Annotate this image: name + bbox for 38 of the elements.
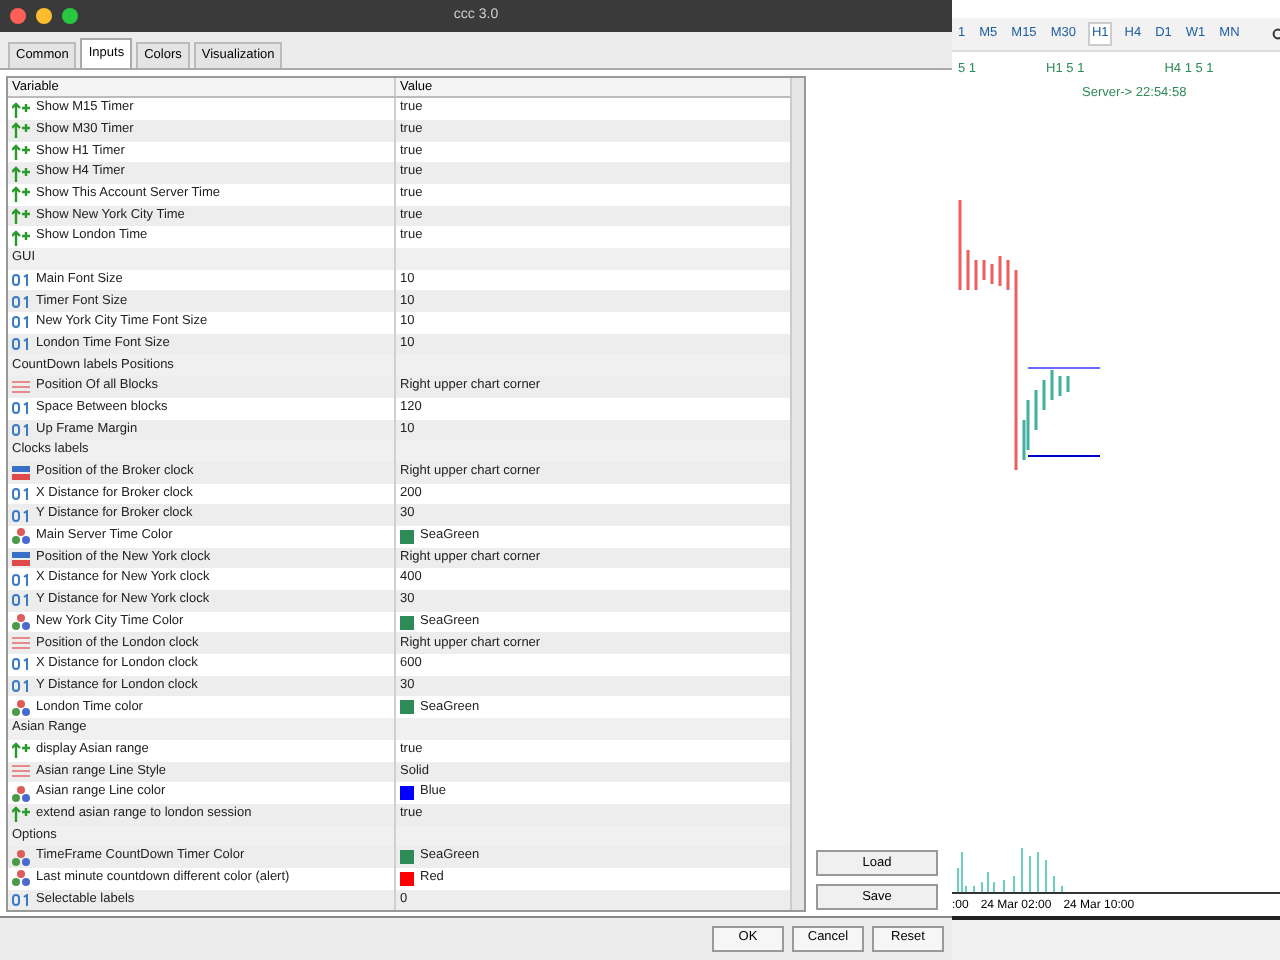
arrow-icon: [12, 742, 30, 759]
palette-icon: [12, 785, 30, 802]
palette-icon: [12, 528, 30, 545]
palette-icon: [12, 699, 30, 716]
number-icon: [12, 680, 30, 693]
arrow-icon: [12, 229, 30, 246]
number-icon: [12, 423, 30, 436]
palette-icon: [12, 614, 30, 631]
number-icon: [12, 658, 30, 671]
list-icon: [12, 465, 30, 480]
number-icon: [12, 594, 30, 607]
arrow-icon: [12, 186, 30, 203]
zoom-button[interactable]: [62, 7, 78, 24]
number-icon: [12, 509, 30, 522]
list-icon: [12, 764, 30, 779]
number-icon: [12, 316, 30, 329]
arrow-icon: [12, 101, 30, 118]
number-icon: [12, 487, 30, 500]
number-icon: [12, 894, 30, 907]
close-button[interactable]: [10, 7, 26, 24]
arrow-icon: [12, 143, 30, 160]
number-icon: [12, 274, 30, 287]
list-icon: [12, 380, 30, 395]
number-icon: [12, 295, 30, 308]
palette-icon: [12, 870, 30, 887]
number-icon: [12, 402, 30, 415]
list-icon: [12, 551, 30, 566]
arrow-icon: [12, 208, 30, 225]
arrow-icon: [12, 806, 30, 823]
scrollbar[interactable]: [790, 78, 804, 911]
list-icon: [12, 636, 30, 651]
number-icon: [12, 573, 30, 586]
volume-bars-drawing: [954, 844, 1066, 892]
palette-icon: [12, 849, 30, 866]
minimize-button[interactable]: [36, 7, 52, 24]
arrow-icon: [12, 122, 30, 139]
number-icon: [12, 338, 30, 351]
arrow-icon: [12, 165, 30, 182]
